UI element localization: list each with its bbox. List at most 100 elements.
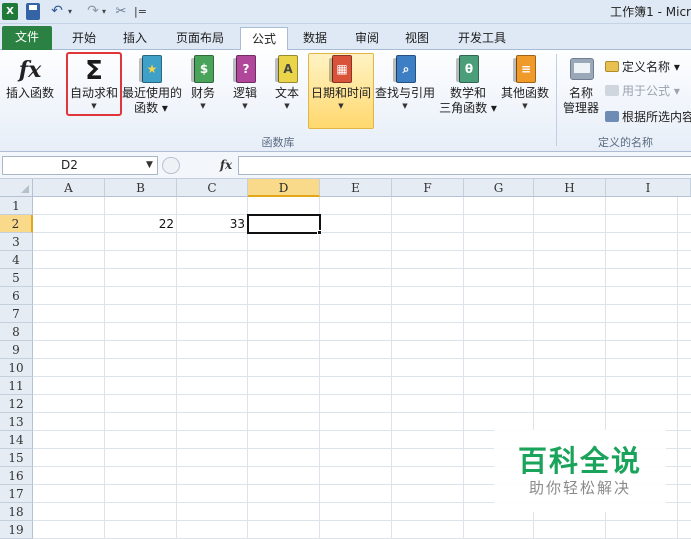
column-header-e[interactable]: E: [320, 179, 392, 197]
row-header-5[interactable]: 5: [0, 269, 33, 287]
column-header-b[interactable]: B: [105, 179, 177, 197]
financial-book-icon: $: [188, 54, 218, 86]
row-header-9[interactable]: 9: [0, 341, 33, 359]
date-time-button[interactable]: ▦ 日期和时间 ▼: [308, 53, 374, 129]
create-from-selection-label: 根据所选内容: [622, 110, 691, 124]
text-button[interactable]: A 文本 ▼: [270, 54, 304, 111]
tab-developer[interactable]: 开发工具: [450, 27, 514, 50]
use-in-formula-button[interactable]: 用于公式 ▾: [605, 82, 680, 100]
quick-tool-icon[interactable]: ✂: [112, 3, 130, 20]
cell-c2[interactable]: 33: [177, 215, 248, 233]
math-label-line2: 三角函数 ▾: [439, 101, 497, 115]
name-manager-button[interactable]: 名称 管理器: [560, 54, 602, 116]
formula-bar: D2 ▼ fx: [0, 152, 691, 179]
row-gridline: [33, 250, 691, 251]
row-header-13[interactable]: 13: [0, 413, 33, 431]
sigma-icon: Σ: [85, 56, 103, 86]
tab-review[interactable]: 审阅: [348, 27, 386, 50]
row-header-19[interactable]: 19: [0, 521, 33, 539]
row-gridline: [33, 520, 691, 521]
logical-book-icon: ?: [230, 54, 260, 86]
active-cell-d2[interactable]: [247, 214, 321, 234]
row-header-10[interactable]: 10: [0, 359, 33, 377]
row-header-1[interactable]: 1: [0, 197, 33, 215]
tab-file[interactable]: 文件: [2, 26, 52, 50]
autosum-button[interactable]: Σ 自动求和 ▼: [66, 52, 122, 116]
more-label: 其他函数: [500, 86, 549, 100]
tab-home[interactable]: 开始: [62, 27, 106, 50]
recent-book-icon: ★: [136, 54, 166, 86]
cell-b2[interactable]: 22: [105, 215, 177, 233]
name-box[interactable]: D2: [2, 156, 158, 175]
recently-used-button[interactable]: ★ 最近使用的 函数 ▾: [122, 54, 182, 116]
row-header-11[interactable]: 11: [0, 377, 33, 395]
row-gridline: [33, 412, 691, 413]
excel-app-icon[interactable]: X: [2, 3, 18, 20]
row-gridline: [33, 304, 691, 305]
more-functions-button[interactable]: ≡ 其他函数 ▼: [500, 54, 550, 111]
more-dropdown-icon: ▼: [522, 102, 528, 110]
column-header-f[interactable]: F: [392, 179, 464, 197]
watermark-subtitle: 助你轻松解决: [528, 479, 631, 497]
define-name-button[interactable]: 定义名称 ▾: [605, 58, 680, 76]
redo-dropdown-icon[interactable]: ▾: [102, 3, 106, 20]
redo-icon[interactable]: ↷: [84, 3, 102, 20]
column-header-g[interactable]: G: [464, 179, 534, 197]
column-header-i[interactable]: I: [606, 179, 691, 197]
select-all-corner[interactable]: [0, 179, 33, 197]
save-icon[interactable]: [26, 3, 40, 20]
row-gridline: [33, 394, 691, 395]
row-header-2[interactable]: 2: [0, 215, 33, 233]
logical-dropdown-icon: ▼: [242, 102, 248, 110]
name-box-dropdown-icon[interactable]: ▼: [146, 156, 153, 175]
text-label: 文本: [274, 86, 299, 100]
row-header-17[interactable]: 17: [0, 485, 33, 503]
formula-bar-control-icon[interactable]: [162, 157, 180, 174]
insert-function-fx-button[interactable]: fx: [216, 156, 236, 175]
formula-input[interactable]: [238, 156, 691, 175]
row-header-8[interactable]: 8: [0, 323, 33, 341]
row-header-15[interactable]: 15: [0, 449, 33, 467]
math-trig-button[interactable]: θ 数学和 三角函数 ▾: [438, 54, 498, 116]
defined-names-group-label: 定义的名称: [598, 136, 653, 149]
tab-formulas[interactable]: 公式: [240, 27, 288, 51]
logical-label: 逻辑: [232, 86, 257, 100]
function-library-group-label: 函数库: [261, 136, 295, 149]
row-header-12[interactable]: 12: [0, 395, 33, 413]
define-name-icon: [605, 61, 619, 72]
fill-handle[interactable]: [317, 230, 322, 235]
tab-view[interactable]: 视图: [398, 27, 436, 50]
row-header-14[interactable]: 14: [0, 431, 33, 449]
row-header-3[interactable]: 3: [0, 233, 33, 251]
logical-button[interactable]: ? 逻辑 ▼: [228, 54, 262, 111]
text-dropdown-icon: ▼: [284, 102, 290, 110]
column-header-d[interactable]: D: [248, 179, 320, 197]
insert-function-button[interactable]: fx 插入函数: [4, 54, 56, 101]
row-header-16[interactable]: 16: [0, 467, 33, 485]
column-gridline: [176, 197, 177, 539]
row-header-18[interactable]: 18: [0, 503, 33, 521]
name-manager-label-line1: 名称: [568, 86, 593, 100]
create-from-selection-button[interactable]: 根据所选内容: [605, 108, 691, 126]
column-header-c[interactable]: C: [177, 179, 248, 197]
customize-quick-access-icon[interactable]: |=: [134, 3, 147, 20]
financial-button[interactable]: $ 财务 ▼: [186, 54, 220, 111]
tab-insert[interactable]: 插入: [116, 27, 154, 50]
use-in-formula-label: 用于公式 ▾: [622, 84, 680, 98]
row-header-6[interactable]: 6: [0, 287, 33, 305]
autosum-dropdown-icon[interactable]: ▼: [68, 101, 120, 111]
use-in-formula-icon: [605, 85, 619, 96]
undo-dropdown-icon[interactable]: ▾: [68, 3, 72, 20]
tab-data[interactable]: 数据: [296, 27, 334, 50]
row-header-7[interactable]: 7: [0, 305, 33, 323]
title-bar: X ↶ ▾ ↷ ▾ ✂ |= 工作簿1 - Micr: [0, 0, 691, 24]
insert-function-label: 插入函数: [5, 86, 54, 100]
column-header-a[interactable]: A: [33, 179, 105, 197]
tab-page-layout[interactable]: 页面布局: [168, 27, 232, 50]
undo-icon[interactable]: ↶: [48, 3, 66, 20]
column-header-h[interactable]: H: [534, 179, 606, 197]
datetime-label: 日期和时间: [310, 86, 371, 100]
row-header-4[interactable]: 4: [0, 251, 33, 269]
lookup-reference-button[interactable]: ⌕ 查找与引用 ▼: [374, 54, 436, 111]
ribbon-tab-bar: 文件 开始 插入 页面布局 公式 数据 审阅 视图 开发工具: [0, 24, 691, 51]
